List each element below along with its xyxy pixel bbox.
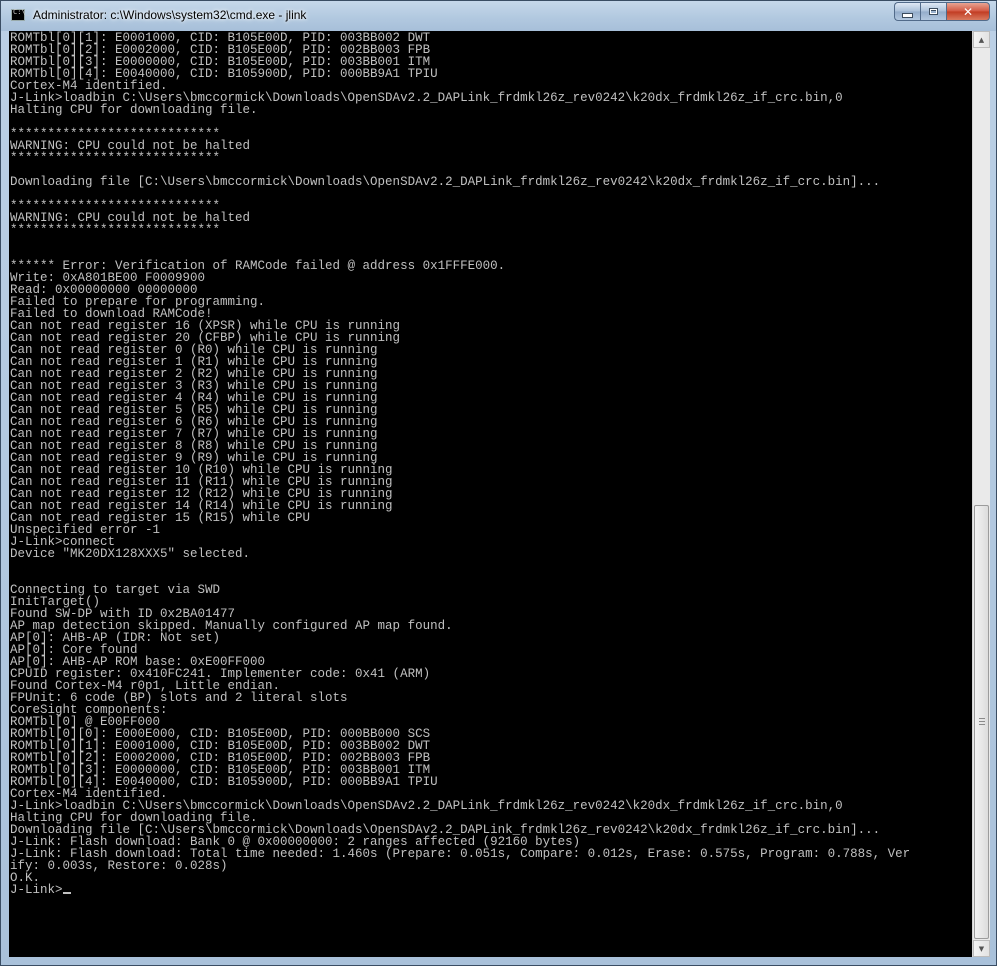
cmd-window: Administrator: c:\Windows\system32\cmd.e… bbox=[0, 0, 997, 966]
vertical-scrollbar[interactable]: ▲ ▼ bbox=[972, 31, 990, 957]
minimize-button[interactable] bbox=[894, 2, 920, 21]
grip-icon bbox=[979, 718, 985, 725]
console-line: Device "MK20DX128XXX5" selected. bbox=[10, 547, 251, 561]
console-line: J-Link> bbox=[10, 883, 63, 897]
cmd-icon[interactable] bbox=[11, 8, 30, 21]
close-button[interactable]: ✕ bbox=[946, 2, 990, 21]
console-output[interactable]: ROMTbl[0][1]: E0001000, CID: B105E00D, P… bbox=[9, 31, 972, 957]
title-bar[interactable]: Administrator: c:\Windows\system32\cmd.e… bbox=[1, 1, 996, 31]
maximize-icon bbox=[929, 8, 938, 15]
console-line: **************************** bbox=[10, 223, 221, 237]
scrollbar-thumb[interactable] bbox=[974, 505, 989, 939]
console-line: **************************** bbox=[10, 151, 221, 165]
scroll-down-icon: ▼ bbox=[978, 944, 985, 953]
scroll-up-icon: ▲ bbox=[978, 35, 985, 44]
console-line: Halting CPU for downloading file. bbox=[10, 103, 258, 117]
window-title: Administrator: c:\Windows\system32\cmd.e… bbox=[33, 8, 307, 22]
console-line: Downloading file [C:\Users\bmccormick\Do… bbox=[10, 175, 881, 189]
scroll-down-button[interactable]: ▼ bbox=[973, 940, 990, 957]
text-cursor bbox=[62, 892, 71, 894]
caption-buttons: ✕ bbox=[894, 2, 990, 21]
console-text: ROMTbl[0][1]: E0001000, CID: B105E00D, P… bbox=[9, 31, 972, 897]
scroll-up-button[interactable]: ▲ bbox=[973, 31, 990, 48]
minimize-icon bbox=[902, 12, 913, 18]
close-icon: ✕ bbox=[962, 4, 974, 19]
maximize-button[interactable] bbox=[920, 2, 946, 21]
console-line: ify: 0.003s, Restore: 0.028s) bbox=[10, 859, 228, 873]
